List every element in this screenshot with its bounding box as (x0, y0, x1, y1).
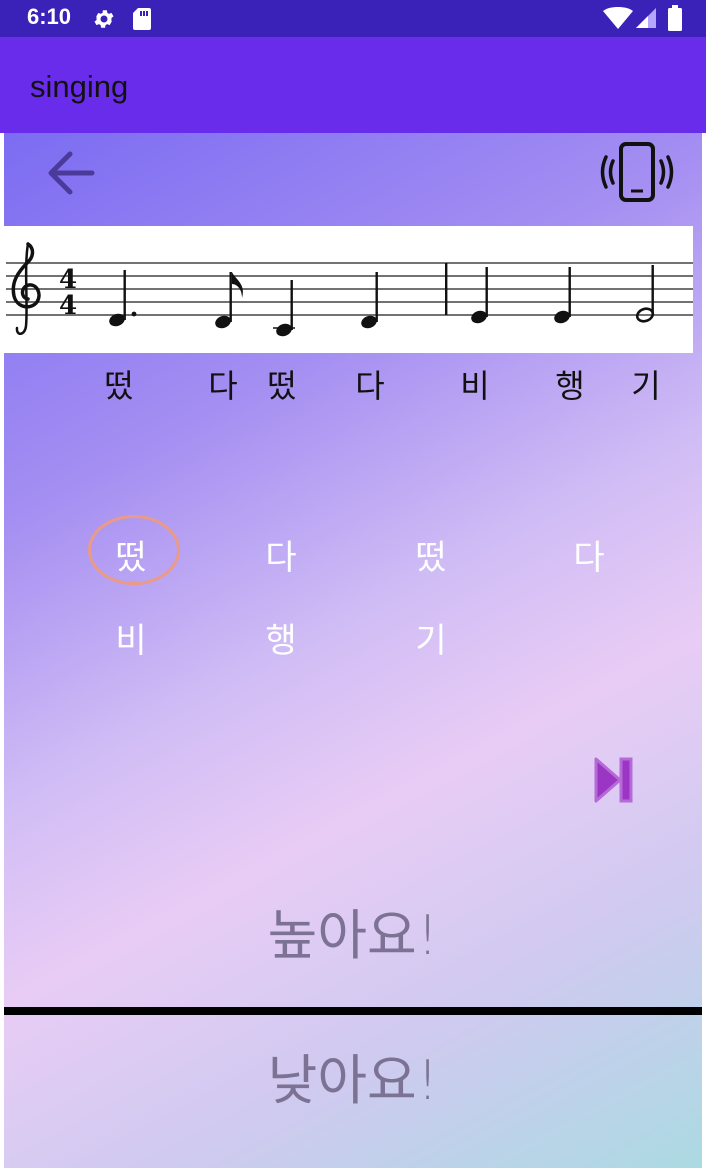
vibrate-button[interactable] (596, 139, 678, 207)
lyric: 비 (460, 367, 490, 405)
pitch-high-label: 높아요! (267, 904, 439, 967)
eighth-note (215, 272, 243, 329)
lyric: 행 (555, 367, 585, 405)
quarter-note (361, 272, 378, 329)
syllable-button[interactable]: 비 (115, 613, 146, 662)
syllable-button[interactable]: 행 (265, 613, 296, 662)
signal-icon (636, 8, 656, 28)
lyric: 떴 (104, 367, 134, 405)
syllable-button[interactable]: 다 (573, 530, 604, 579)
music-score: 4 4 (4, 226, 693, 353)
dotted-quarter-note (109, 270, 137, 327)
pitch-divider (4, 1007, 702, 1015)
app-bar: singing (0, 37, 706, 133)
singing-screen: 4 4 떴 다 떴 다 비 행 기 떴 다 떴 다 비 행 기 높아요! 낮아요… (4, 133, 702, 1168)
syllable-button[interactable]: 기 (415, 613, 446, 662)
gear-icon (94, 10, 114, 28)
lyric: 다 (355, 367, 385, 405)
wifi-icon (603, 7, 633, 29)
back-button[interactable] (40, 145, 104, 201)
pitch-low-label: 낮아요! (267, 1049, 439, 1112)
syllable-button[interactable]: 떴 (115, 530, 146, 579)
arrow-left-icon (48, 151, 95, 195)
bar-line (445, 263, 448, 315)
score-staff: 4 4 (6, 242, 693, 337)
status-time: 6:10 (27, 4, 72, 29)
app-title: singing (30, 69, 129, 104)
svg-text:4: 4 (59, 291, 77, 321)
syllable-button[interactable]: 떴 (415, 530, 446, 579)
status-bar: 6:10 (0, 0, 706, 37)
lyric: 떴 (267, 367, 297, 405)
syllable-button[interactable]: 다 (265, 530, 296, 579)
lyric: 다 (208, 367, 238, 405)
sd-card-icon (133, 8, 151, 30)
battery-icon (668, 5, 682, 31)
phone-vibrate-icon (600, 142, 674, 202)
time-signature-icon: 4 4 (59, 265, 77, 321)
next-button[interactable] (590, 753, 638, 807)
score-lyrics: 떴 다 떴 다 비 행 기 (4, 361, 702, 405)
skip-next-icon (594, 757, 633, 803)
lyric: 기 (631, 367, 661, 405)
